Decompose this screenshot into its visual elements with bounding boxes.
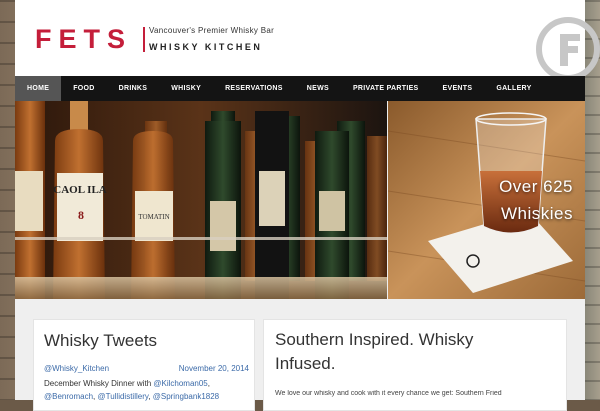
logo-subtitle: WHISKY KITCHEN bbox=[149, 42, 263, 52]
tweet-mention-link[interactable]: @Kilchoman05 bbox=[153, 379, 207, 388]
bottle-label-tomatin: TOMATIN bbox=[138, 213, 169, 221]
nav-item-food[interactable]: Food bbox=[61, 76, 106, 101]
tweet-date-link[interactable]: November 20, 2014 bbox=[179, 364, 249, 373]
logo-tagline: Vancouver's Premier Whisky Bar bbox=[149, 26, 275, 35]
logo-wordmark[interactable]: FETS bbox=[35, 26, 132, 53]
tweet-user-link[interactable]: @Whisky_Kitchen bbox=[44, 364, 109, 373]
hero-caption-line2: Whiskies bbox=[500, 204, 573, 223]
hero-caption-line1: Over 625 bbox=[499, 177, 573, 196]
nav-item-gallery[interactable]: Gallery bbox=[484, 76, 543, 101]
intro-panel: Southern Inspired. Whisky Infused. We lo… bbox=[263, 319, 567, 411]
tweets-title: Whisky Tweets bbox=[44, 331, 158, 350]
whisky-bottles-illustration: CAOL ILA 8 TOMATIN bbox=[15, 101, 387, 299]
hero-image-glass: Over 625 Whiskies bbox=[388, 101, 585, 299]
site-header: FETS Vancouver's Premier Whisky Bar WHIS… bbox=[15, 0, 600, 81]
main-nav: Home Food Drinks Whisky Reservations New… bbox=[15, 76, 585, 101]
nav-item-events[interactable]: Events bbox=[431, 76, 485, 101]
page-container: FETS Vancouver's Premier Whisky Bar WHIS… bbox=[15, 0, 600, 411]
bottle-label-age: 8 bbox=[78, 208, 84, 222]
nav-item-home[interactable]: Home bbox=[15, 76, 62, 101]
bottle-label-caol-ila: CAOL ILA bbox=[53, 184, 107, 196]
logo-divider bbox=[143, 27, 145, 52]
hero-caption: Over 625 Whiskies bbox=[499, 173, 573, 227]
nav-item-news[interactable]: News bbox=[295, 76, 341, 101]
content-area: Whisky Tweets @Whisky_Kitchen November 2… bbox=[15, 299, 585, 411]
nav-item-whisky[interactable]: Whisky bbox=[159, 76, 213, 101]
hero-image-bottles: CAOL ILA 8 TOMATIN bbox=[15, 101, 387, 299]
tweets-panel: Whisky Tweets @Whisky_Kitchen November 2… bbox=[33, 319, 255, 411]
nav-item-reservations[interactable]: Reservations bbox=[213, 76, 295, 101]
tweet-text: December Whisky Dinner with @Kilchoman05… bbox=[44, 379, 220, 401]
intro-title: Southern Inspired. Whisky Infused. bbox=[275, 330, 474, 373]
intro-text: We love our whisky and cook with it ever… bbox=[275, 390, 502, 397]
nav-item-drinks[interactable]: Drinks bbox=[107, 76, 160, 101]
hero-banner: CAOL ILA 8 TOMATIN Over 625 Whiskies bbox=[15, 101, 585, 299]
fets-emblem-icon bbox=[536, 17, 600, 81]
nav-item-private-parties[interactable]: Private Parties bbox=[341, 76, 431, 101]
tweet-text-start: December Whisky Dinner with bbox=[44, 379, 154, 388]
